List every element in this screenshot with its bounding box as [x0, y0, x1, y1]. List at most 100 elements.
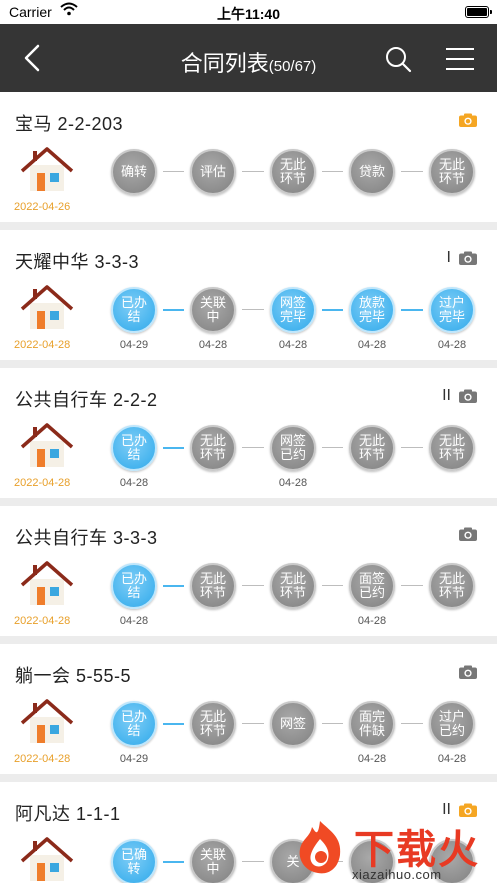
step-label: 无此环节	[279, 571, 306, 600]
house-icon	[20, 423, 74, 467]
step-date: 04-28	[357, 753, 387, 765]
step-label: 无此环节	[438, 433, 465, 462]
camera-icon[interactable]	[459, 251, 477, 265]
contract-card[interactable]: 天耀中华 3-3-3 I 2022-04-28 已办结 04-29 关联中 04-28 网签完…	[0, 230, 497, 360]
step-label: 贷款	[358, 164, 385, 179]
step-node[interactable]: 过户完毕	[429, 287, 475, 333]
step-label: 已确转	[120, 847, 147, 876]
step-connector	[401, 309, 423, 311]
step-node[interactable]: 无此环节	[429, 425, 475, 471]
step-node[interactable]: 面完件缺	[349, 701, 395, 747]
step-node[interactable]: 面签已约	[349, 563, 395, 609]
step-label: 无此环节	[199, 433, 226, 462]
step-label: 已办结	[120, 709, 147, 738]
step-connector	[163, 723, 184, 725]
contract-name: 宝马 2-2-203	[15, 114, 124, 134]
step-node[interactable]: 过户已约	[429, 701, 475, 747]
step-connector	[401, 171, 423, 172]
step-connector	[242, 309, 264, 310]
contract-list: 宝马 2-2-203 2022-04-26 确转 评估 无此环节 贷款 无此环节 天耀中华 3…	[0, 92, 497, 883]
house-icon	[20, 285, 74, 329]
step-connector	[401, 723, 423, 724]
step-label: 无此环节	[199, 571, 226, 600]
step-connector	[401, 447, 423, 448]
step-node[interactable]: 已办结	[111, 563, 157, 609]
step-node[interactable]: 关联中	[190, 287, 236, 333]
step-node[interactable]: 无此环节	[190, 701, 236, 747]
contract-mark: I	[446, 249, 451, 266]
step-connector	[242, 861, 264, 862]
step-label: 面完件缺	[358, 709, 385, 738]
camera-icon[interactable]	[459, 665, 477, 679]
step-label: 网签完毕	[279, 295, 306, 324]
camera-icon[interactable]	[459, 389, 477, 403]
step-label: 放款完毕	[358, 295, 385, 324]
flame-icon	[299, 821, 341, 874]
step-node[interactable]: 放款完毕	[349, 287, 395, 333]
step-date: 04-28	[198, 339, 228, 351]
battery-icon	[465, 6, 492, 18]
step-connector	[322, 309, 343, 311]
step-connector	[401, 585, 423, 586]
contract-name: 公共自行车 3-3-3	[15, 528, 158, 548]
step-date: 04-28	[437, 753, 467, 765]
contract-date: 2022-04-28	[14, 477, 71, 489]
step-label: 已办结	[120, 433, 147, 462]
step-node[interactable]: 贷款	[349, 149, 395, 195]
camera-icon[interactable]	[459, 113, 477, 127]
step-node[interactable]: 无此环节	[270, 563, 316, 609]
step-label: 过户已约	[438, 709, 465, 738]
step-node[interactable]: 已办结	[111, 287, 157, 333]
contract-name: 公共自行车 2-2-2	[15, 390, 158, 410]
step-label: 面签已约	[358, 571, 385, 600]
step-connector	[163, 447, 184, 449]
step-node[interactable]: 已办结	[111, 701, 157, 747]
step-node[interactable]: 网签	[270, 701, 316, 747]
contract-date: 2022-04-26	[14, 201, 71, 213]
step-node[interactable]: 网签已约	[270, 425, 316, 471]
house-icon	[20, 837, 74, 881]
step-connector	[322, 447, 343, 448]
step-node[interactable]: 已确转	[111, 839, 157, 883]
step-node[interactable]: 无此环节	[270, 149, 316, 195]
step-label: 已办结	[120, 295, 147, 324]
contract-card[interactable]: 躺一会 5-55-5 2022-04-28 已办结 04-29 无此环节 网签 面完件缺 04…	[0, 644, 497, 774]
page-title: 合同列表(50/67)	[0, 46, 497, 78]
watermark-logo: 下载火 xiazaihuo.com	[290, 815, 495, 883]
status-time: 上午11:40	[216, 6, 281, 22]
step-date: 04-28	[119, 477, 149, 489]
contract-date: 2022-04-28	[14, 339, 71, 351]
search-icon[interactable]	[383, 44, 413, 74]
step-label: 网签已约	[279, 433, 306, 462]
step-node[interactable]: 关联中	[190, 839, 236, 883]
watermark-url: xiazaihuo.com	[352, 867, 442, 882]
step-node[interactable]: 无此环节	[190, 563, 236, 609]
menu-icon[interactable]	[444, 46, 476, 72]
contract-card[interactable]: 宝马 2-2-203 2022-04-26 确转 评估 无此环节 贷款 无此环节	[0, 92, 497, 222]
contract-date: 2022-04-28	[14, 615, 71, 627]
step-connector	[163, 309, 184, 311]
step-label: 无此环节	[279, 157, 306, 186]
title-text: 合同列表	[180, 51, 269, 76]
step-node[interactable]: 无此环节	[190, 425, 236, 471]
step-connector	[242, 585, 264, 586]
step-node[interactable]: 确转	[111, 149, 157, 195]
step-date: 04-28	[437, 339, 467, 351]
step-node[interactable]: 无此环节	[429, 563, 475, 609]
step-node[interactable]: 已办结	[111, 425, 157, 471]
step-date: 04-28	[357, 339, 387, 351]
navbar: 合同列表(50/67)	[0, 24, 497, 92]
step-node[interactable]: 网签完毕	[270, 287, 316, 333]
contract-count: (50/67)	[268, 58, 317, 75]
step-node[interactable]: 无此环节	[349, 425, 395, 471]
step-connector	[163, 171, 184, 172]
contract-card[interactable]: 公共自行车 3-3-3 2022-04-28 已办结 04-28 无此环节 无此环节 面签已…	[0, 506, 497, 636]
step-date: 04-28	[278, 477, 308, 489]
house-icon	[20, 561, 74, 605]
contract-mark: II	[442, 387, 451, 404]
contract-card[interactable]: 公共自行车 2-2-2 II 2022-04-28 已办结 04-28 无此环节 网签已约 0…	[0, 368, 497, 498]
step-node[interactable]: 无此环节	[429, 149, 475, 195]
step-label: 无此环节	[358, 433, 385, 462]
camera-icon[interactable]	[459, 527, 477, 541]
step-node[interactable]: 评估	[190, 149, 236, 195]
